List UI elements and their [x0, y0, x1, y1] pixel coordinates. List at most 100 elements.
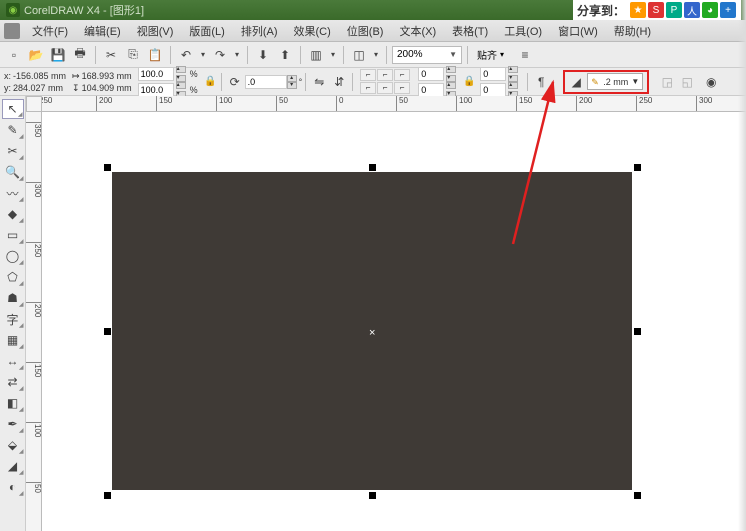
corner-2[interactable]: ⌐: [377, 69, 393, 81]
share-star-icon[interactable]: ★: [630, 2, 646, 18]
convert-curves-button[interactable]: ◉: [701, 72, 721, 92]
basic-shapes-tool[interactable]: ☗◢: [2, 288, 24, 308]
save-button[interactable]: 💾: [48, 45, 68, 65]
interactive-fill-tool[interactable]: ◐◢: [2, 477, 24, 497]
lock-ratio-icon[interactable]: 🔒: [204, 73, 218, 91]
corner-d-input[interactable]: [480, 83, 506, 97]
cut-button[interactable]: ✂: [101, 45, 121, 65]
ellipse-tool[interactable]: ◯◢: [2, 246, 24, 266]
app-launcher-button[interactable]: ▥: [306, 45, 326, 65]
menu-tools[interactable]: 工具(O): [496, 23, 550, 39]
freehand-tool[interactable]: 〰◢: [2, 183, 24, 203]
share-renren-icon[interactable]: 人: [684, 2, 700, 18]
connector-tool[interactable]: ⇄◢: [2, 372, 24, 392]
corner-5[interactable]: ⌐: [377, 82, 393, 94]
pick-tool[interactable]: ↖◢: [2, 99, 24, 119]
mirror-h-button[interactable]: ⇋: [309, 72, 329, 92]
handle-nw[interactable]: [104, 164, 111, 171]
corner-a-input[interactable]: [418, 67, 444, 81]
snap-combo[interactable]: 贴齐 ▾: [473, 46, 513, 64]
cc-spin[interactable]: ▴▾: [508, 66, 518, 82]
options-button[interactable]: ≡: [515, 45, 535, 65]
outline-tool[interactable]: ⬙◢: [2, 435, 24, 455]
welcome-drop-icon[interactable]: ▾: [371, 45, 381, 65]
handle-w[interactable]: [104, 328, 111, 335]
fill-tool[interactable]: ◢◢: [2, 456, 24, 476]
menu-file[interactable]: 文件(F): [24, 23, 76, 39]
export-button[interactable]: ⬆: [275, 45, 295, 65]
ruler-tick: 50: [26, 482, 42, 493]
scale-x-spinner[interactable]: ▴▾: [176, 66, 186, 82]
new-button[interactable]: ▫: [4, 45, 24, 65]
handle-e[interactable]: [634, 328, 641, 335]
wrap-text-button[interactable]: ¶: [531, 72, 551, 92]
vertical-ruler[interactable]: 35030025020015010050: [26, 112, 42, 531]
zoom-combo[interactable]: 200% ▼: [392, 46, 462, 64]
corner-c-input[interactable]: [480, 67, 506, 81]
eyedropper-tool[interactable]: ✒◢: [2, 414, 24, 434]
shape-tool[interactable]: ✎◢: [2, 120, 24, 140]
outline-width-combo[interactable]: ✎ .2 mm ▼: [587, 73, 643, 90]
polygon-tool[interactable]: ⬠◢: [2, 267, 24, 287]
dimension-tool[interactable]: ↔◢: [2, 351, 24, 371]
menu-window[interactable]: 窗口(W): [550, 23, 606, 39]
redo-drop-icon[interactable]: ▾: [232, 45, 242, 65]
menu-table[interactable]: 表格(T): [444, 23, 496, 39]
menu-bitmap[interactable]: 位图(B): [339, 23, 392, 39]
open-button[interactable]: 📂: [26, 45, 46, 65]
handle-n[interactable]: [369, 164, 376, 171]
interactive-tool[interactable]: ◧◢: [2, 393, 24, 413]
scale-x-input[interactable]: [138, 67, 174, 81]
to-front-button[interactable]: ◲: [657, 72, 677, 92]
handle-sw[interactable]: [104, 492, 111, 499]
smart-fill-tool[interactable]: ◆◢: [2, 204, 24, 224]
table-tool[interactable]: ▦◢: [2, 330, 24, 350]
undo-drop-icon[interactable]: ▾: [198, 45, 208, 65]
menu-view[interactable]: 视图(V): [129, 23, 182, 39]
canvas[interactable]: ×: [42, 112, 746, 531]
share-weibo-icon[interactable]: S: [648, 2, 664, 18]
ruler-tick: 300: [696, 96, 712, 112]
crop-tool[interactable]: ✂◢: [2, 141, 24, 161]
copy-button[interactable]: ⎘: [123, 45, 143, 65]
zoom-tool[interactable]: 🔍◢: [2, 162, 24, 182]
rotation-input[interactable]: [245, 75, 287, 89]
welcome-button[interactable]: ◫: [349, 45, 369, 65]
corner-4[interactable]: ⌐: [360, 82, 376, 94]
corner-lock-icon[interactable]: 🔒: [462, 73, 476, 91]
ca-spin[interactable]: ▴▾: [446, 66, 456, 82]
menu-help[interactable]: 帮助(H): [606, 23, 659, 39]
corner-6[interactable]: ⌐: [394, 82, 410, 94]
menu-edit[interactable]: 编辑(E): [76, 23, 129, 39]
menu-layout[interactable]: 版面(L): [181, 23, 232, 39]
handle-ne[interactable]: [634, 164, 641, 171]
corner-b-input[interactable]: [418, 83, 444, 97]
document-sys-icon[interactable]: [4, 23, 20, 39]
selection-center-icon: ×: [369, 327, 375, 339]
mirror-v-button[interactable]: ⇵: [329, 72, 349, 92]
text-tool[interactable]: 字◢: [2, 309, 24, 329]
horizontal-ruler[interactable]: 25020015010050050100150200250300: [26, 96, 746, 112]
print-button[interactable]: 🖶: [70, 45, 90, 65]
rotation-spinner[interactable]: ▴▾: [287, 75, 297, 89]
menu-arrange[interactable]: 排列(A): [233, 23, 286, 39]
undo-button[interactable]: ↶: [176, 45, 196, 65]
to-back-button[interactable]: ◱: [677, 72, 697, 92]
paste-button[interactable]: 📋: [145, 45, 165, 65]
corner-3[interactable]: ⌐: [394, 69, 410, 81]
share-pin-icon[interactable]: P: [666, 2, 682, 18]
redo-button[interactable]: ↷: [210, 45, 230, 65]
handle-se[interactable]: [634, 492, 641, 499]
scale-y-input[interactable]: [138, 83, 174, 97]
corner-1[interactable]: ⌐: [360, 69, 376, 81]
handle-s[interactable]: [369, 492, 376, 499]
menu-text[interactable]: 文本(X): [391, 23, 444, 39]
import-button[interactable]: ⬇: [253, 45, 273, 65]
ruler-origin[interactable]: [26, 96, 42, 112]
menu-effects[interactable]: 效果(C): [286, 23, 339, 39]
share-plus-icon[interactable]: +: [720, 2, 736, 18]
app-launcher-drop-icon[interactable]: ▾: [328, 45, 338, 65]
share-wechat-icon[interactable]: ◕: [702, 2, 718, 18]
rectangle-tool[interactable]: ▭◢: [2, 225, 24, 245]
flyout-icon: ◢: [19, 133, 24, 140]
